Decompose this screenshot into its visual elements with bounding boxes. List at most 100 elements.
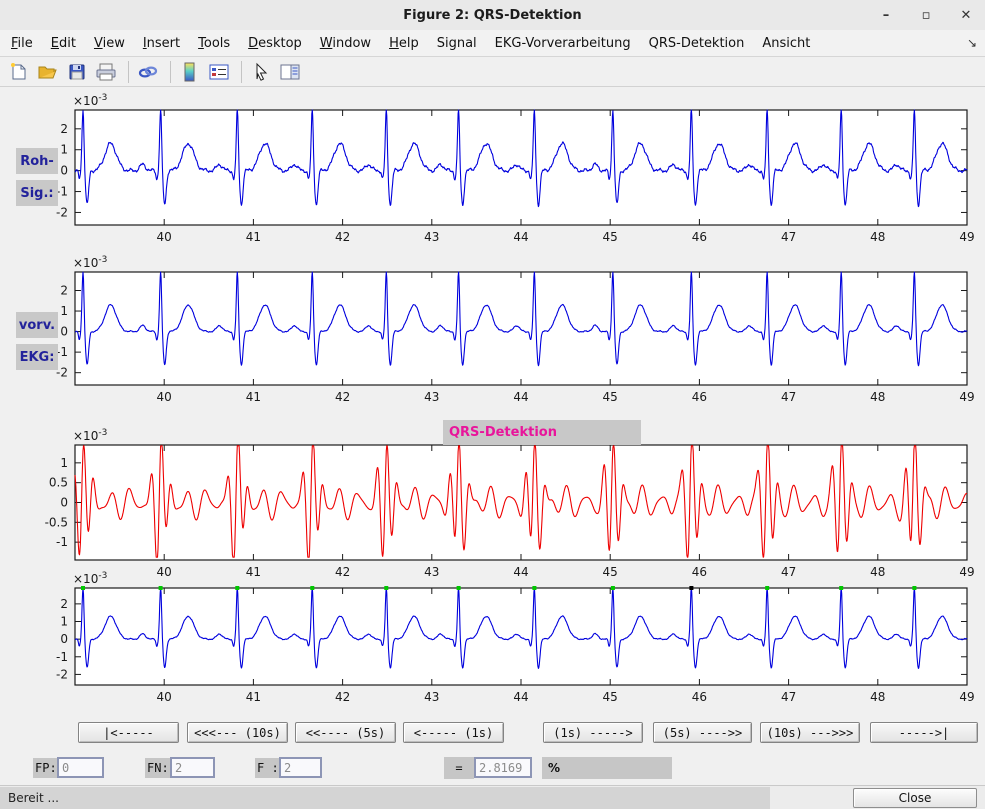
svg-text:2: 2 — [60, 597, 68, 611]
svg-text:1: 1 — [60, 304, 68, 318]
f-input[interactable] — [279, 757, 322, 778]
svg-text:1: 1 — [60, 143, 68, 157]
svg-text:-2: -2 — [56, 667, 68, 681]
qrs-detected-marker — [839, 586, 843, 590]
menu-tools[interactable]: Tools — [189, 33, 239, 54]
qrs-detected-marker — [81, 586, 85, 590]
nav-to-end-button[interactable]: ----->| — [870, 722, 978, 743]
qrs-detected-marker — [384, 586, 388, 590]
svg-text:47: 47 — [781, 230, 796, 244]
menu-ekg-vorverarbeitung[interactable]: EKG-Vorverarbeitung — [486, 33, 640, 54]
svg-text:40: 40 — [157, 565, 172, 579]
menu-help[interactable]: Help — [380, 33, 428, 54]
nav-forward-1s-button[interactable]: (1s) -----> — [543, 722, 643, 743]
edit-cursor-icon[interactable] — [248, 60, 274, 84]
status-text: Bereit ... — [0, 787, 770, 809]
svg-text:48: 48 — [870, 690, 885, 704]
svg-text:44: 44 — [513, 565, 528, 579]
toolbar-separator — [128, 61, 129, 83]
maximize-icon[interactable]: ▫ — [917, 8, 935, 23]
close-icon[interactable]: ✕ — [957, 8, 975, 23]
svg-text:0: 0 — [60, 164, 68, 178]
svg-text:41: 41 — [246, 565, 261, 579]
nav-back-1s-button[interactable]: <----- (1s) — [403, 722, 504, 743]
svg-text:45: 45 — [603, 565, 618, 579]
plot-preprocessed-ekg: 40414243444546474849210-1-2×10-3 — [56, 255, 975, 404]
menu-ansicht[interactable]: Ansicht — [753, 33, 819, 54]
print-icon[interactable] — [93, 60, 119, 84]
svg-text:46: 46 — [692, 390, 707, 404]
nav-forward-10s-button[interactable]: (10s) --->>> — [760, 722, 860, 743]
svg-text:-2: -2 — [56, 205, 68, 219]
minimize-icon[interactable]: – — [877, 8, 895, 23]
qrs-detected-marker — [611, 586, 615, 590]
svg-text:×10-3: ×10-3 — [73, 428, 107, 443]
qrs-detected-marker — [765, 586, 769, 590]
nav-back-5s-button[interactable]: <<---- (5s) — [295, 722, 396, 743]
svg-text:44: 44 — [513, 690, 528, 704]
svg-text:42: 42 — [335, 565, 350, 579]
nav-forward-5s-button[interactable]: (5s) ---->> — [653, 722, 752, 743]
svg-text:1: 1 — [60, 615, 68, 629]
insert-legend-icon[interactable] — [206, 60, 232, 84]
svg-text:44: 44 — [513, 390, 528, 404]
save-icon[interactable] — [64, 60, 90, 84]
preprocessed-label-line1: vorv. — [16, 312, 58, 338]
svg-text:47: 47 — [781, 390, 796, 404]
svg-text:-0.5: -0.5 — [45, 515, 68, 529]
plot-tools-icon[interactable] — [277, 60, 303, 84]
new-document-icon[interactable] — [6, 60, 32, 84]
window-title: Figure 2: QRS-Detektion — [0, 8, 985, 23]
qrs-section-title: QRS-Detektion — [443, 420, 641, 445]
toolbar-separator — [170, 61, 171, 83]
svg-text:48: 48 — [870, 230, 885, 244]
nav-back-10s-button[interactable]: <<<--- (10s) — [187, 722, 288, 743]
svg-text:49: 49 — [959, 690, 974, 704]
svg-text:44: 44 — [513, 230, 528, 244]
nav-to-start-button[interactable]: |<----- — [78, 722, 179, 743]
svg-text:-1: -1 — [56, 535, 68, 549]
svg-text:45: 45 — [603, 690, 618, 704]
f-percent-input[interactable] — [474, 757, 532, 778]
svg-text:46: 46 — [692, 230, 707, 244]
menu-qrs-detektion[interactable]: QRS-Detektion — [640, 33, 754, 54]
fp-input[interactable] — [57, 757, 104, 778]
qrs-detected-marker — [310, 586, 314, 590]
dock-figure-icon[interactable]: ↘ — [967, 36, 977, 50]
qrs-detected-marker — [159, 586, 163, 590]
svg-text:1: 1 — [60, 456, 68, 470]
svg-text:47: 47 — [781, 565, 796, 579]
fn-input[interactable] — [170, 757, 215, 778]
menu-desktop[interactable]: Desktop — [239, 33, 311, 54]
menu-file[interactable]: File — [2, 33, 42, 54]
menu-view[interactable]: View — [85, 33, 134, 54]
svg-text:41: 41 — [246, 690, 261, 704]
qrs-detected-marker — [912, 586, 916, 590]
plot-qrs-filter-signal: 4041424344454647484910.50-0.5-1×10-3 — [45, 428, 975, 579]
svg-text:0.5: 0.5 — [49, 476, 68, 490]
figure-toolbar — [0, 57, 985, 87]
plot-detection-result: 40414243444546474849210-1-2×10-3 — [56, 571, 975, 704]
menu-bar: File Edit View Insert Tools Desktop Wind… — [0, 30, 985, 57]
insert-colorbar-icon[interactable] — [177, 60, 203, 84]
close-button[interactable]: Close — [853, 788, 977, 808]
menu-window[interactable]: Window — [311, 33, 380, 54]
menu-signal[interactable]: Signal — [428, 33, 486, 54]
status-bar: Bereit ... Close — [0, 785, 985, 809]
qrs-detected-marker — [532, 586, 536, 590]
svg-text:43: 43 — [424, 565, 439, 579]
menu-insert[interactable]: Insert — [134, 33, 189, 54]
svg-text:42: 42 — [335, 390, 350, 404]
svg-text:40: 40 — [157, 690, 172, 704]
svg-text:47: 47 — [781, 690, 796, 704]
svg-text:48: 48 — [870, 565, 885, 579]
svg-text:2: 2 — [60, 283, 68, 297]
link-plot-icon[interactable] — [135, 60, 161, 84]
menu-edit[interactable]: Edit — [42, 33, 85, 54]
svg-text:×10-3: ×10-3 — [73, 255, 107, 270]
open-folder-icon[interactable] — [35, 60, 61, 84]
svg-text:-1: -1 — [56, 650, 68, 664]
svg-text:42: 42 — [335, 230, 350, 244]
svg-text:45: 45 — [603, 230, 618, 244]
svg-text:0: 0 — [60, 325, 68, 339]
